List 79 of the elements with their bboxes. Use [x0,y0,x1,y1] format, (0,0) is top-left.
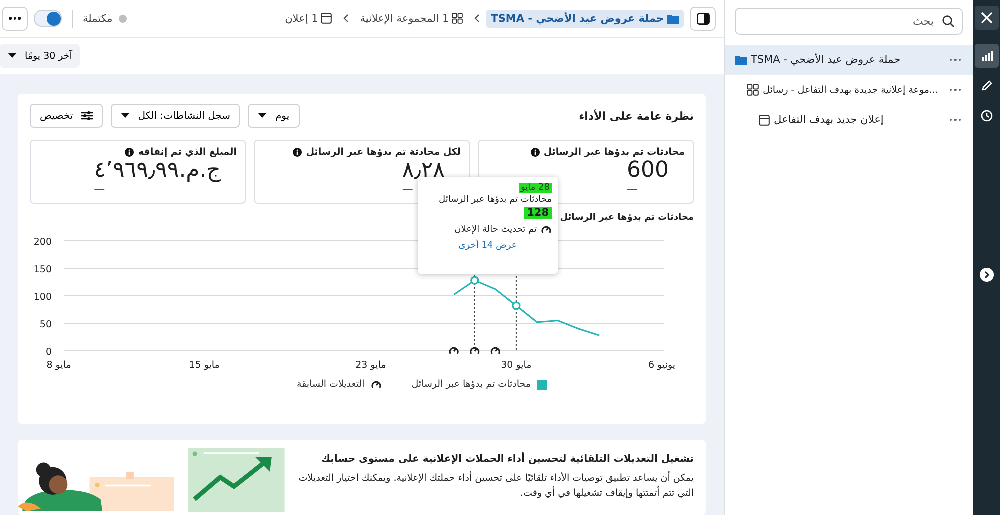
sidebar-icon [696,12,710,24]
metric-value: ٨٫٢٨ [402,158,445,184]
metric-change: — [402,184,414,196]
more-button[interactable] [2,6,28,30]
gauge-icon [541,225,552,235]
metric-label: المبلغ الذي تم إنفاقه [138,147,237,158]
card-title: نظرة عامة على الأداء [579,110,694,122]
caret-icon [258,113,268,119]
gauge-icon[interactable] [490,347,500,354]
chevron-icon [984,271,990,279]
gauge-icon [370,380,382,390]
tree-item[interactable]: ...موعة إعلانية جديدة بهدف التفاعل - رسائل [725,75,973,105]
breadcrumb-item[interactable]: 1 المجموعة الإعلانية [355,10,468,28]
sliders-icon [81,111,94,121]
search-field[interactable]: بحث [735,8,963,35]
tooltip-metric: محادثات تم بدؤها عبر الرسائل [439,195,552,205]
gauge-icon[interactable] [470,347,480,354]
chevron-icon [343,14,350,23]
chart-title: محادثات تم بدؤها عبر الرسائل [559,213,694,223]
ad-icon [321,13,332,24]
bar-chart-icon [980,50,992,62]
toggle-switch[interactable] [34,10,62,27]
metric-change: — [94,184,106,196]
caret-icon [8,53,17,59]
legend-label: التعديلات السابقة [297,379,365,390]
promo-text: يمكن أن يساعد تطبيق توصيات الأداء تلقائيًا على تحسين أداء حملتك الإعلانية. ويمكنك اختيار التعديلات التي تتم أتمتتها وإيقاف تشغيلها في أي وقت. [298,471,694,501]
axis-label: 0 [46,347,52,358]
highlighted-point [512,302,521,310]
grid-icon [452,13,464,24]
breadcrumb-item[interactable]: 1 إعلان [280,10,338,28]
customize-button[interactable]: تخصيص [30,104,104,128]
axis-label: 200 [34,237,52,248]
status-label: مكتملة [83,12,113,24]
close-icon [980,12,992,24]
activity-dropdown[interactable]: سجل النشاطات: الكل [111,104,240,128]
metric-label: لكل محادثة تم بدؤها عبر الرسائل [306,147,461,158]
axis-label: 23 مايو [356,360,386,371]
info-icon [125,148,134,157]
folder-icon [667,14,679,24]
tooltip-date: 28 مايو [518,183,552,193]
metric-change: — [627,184,638,196]
ad-icon [759,114,770,126]
chevron-icon [474,14,480,23]
highlighted-point [470,276,480,285]
axis-label: 8 مايو [46,360,72,371]
legend-swatch [536,380,547,390]
legend-label: محادثات تم بدؤها عبر الرسائل [412,379,531,390]
tree-item[interactable]: إعلان جديد بهدف التفاعل [725,105,973,135]
expand-button[interactable] [980,268,994,282]
info-icon [530,148,540,157]
tooltip-value: 128 [524,207,552,219]
breadcrumb-item[interactable]: حملة عروض عيد الأضحي - TSMA [486,10,684,28]
status-dot [118,14,127,22]
tooltip-event: تم تحديث حالة الإعلان [454,225,537,235]
metric-label: محادثات تم بدؤها عبر الرسائل [544,147,685,158]
metric-value: ج.م.٤٬٩٦٩٫٩٩ [94,158,221,184]
date-range-button[interactable]: آخر 30 يومًا [0,44,80,68]
axis-label: 150 [34,264,52,276]
period-dropdown[interactable]: يوم [248,104,300,128]
axis-label: 6 يونيو [648,360,676,371]
search-icon [942,15,955,28]
axis-label: 30 مايو [501,360,532,371]
pencil-icon [980,80,992,92]
tree-item[interactable]: حملة عروض عيد الأضحي - TSMA [725,45,973,75]
promo-title: تشغيل التعديلات التلقائية لتحسين أداء الحملات الإعلانية على مستوى حسابك [320,454,694,465]
show-more-link[interactable]: عرض 14 أخرى [458,241,518,251]
caret-icon [121,113,130,119]
close-button[interactable] [974,6,998,30]
axis-label: 15 مايو [189,360,220,371]
gauge-icon[interactable] [449,347,459,354]
panel-toggle-button[interactable] [690,6,716,30]
clock-icon [980,110,992,122]
info-icon [293,148,302,157]
metric-value: 600 [627,158,669,184]
folder-icon [735,55,747,65]
axis-label: 100 [34,292,52,303]
grid-icon [747,84,759,96]
axis-label: 50 [40,320,52,330]
chart-button[interactable] [974,44,998,68]
